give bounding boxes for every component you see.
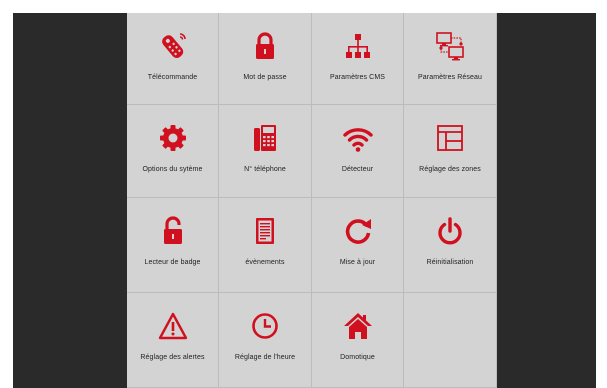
menu-label: Mot de passe (243, 74, 287, 81)
remote-control-icon (158, 31, 188, 61)
menu-tile-mise-a-jour[interactable]: Mise à jour (312, 198, 404, 293)
menu-tile-parametres-cms[interactable]: Paramètres CMS (312, 13, 404, 105)
power-icon (435, 216, 465, 246)
padlock-icon (250, 31, 280, 61)
menu-tile-detecteur[interactable]: Détecteur (312, 105, 404, 198)
menu-tile-reglage-zones[interactable]: Réglage des zones (404, 105, 497, 198)
zones-icon (435, 123, 465, 153)
refresh-icon (343, 216, 373, 246)
menu-label: Domotique (340, 354, 375, 361)
menu-label: N° téléphone (244, 166, 286, 173)
menu-tile-telecommande[interactable]: Télécommande (127, 13, 219, 105)
menu-label: Réglage des alertes (140, 354, 205, 361)
menu-label: évènements (245, 259, 285, 266)
menu-label: Paramètres Réseau (418, 74, 482, 81)
menu-tile-reinitialisation[interactable]: Réinitialisation (404, 198, 497, 293)
unlocked-padlock-icon (158, 216, 188, 246)
menu-label: Réglage de l'heure (234, 354, 296, 361)
menu-tile-lecteur-badge[interactable]: Lecteur de badge (127, 198, 219, 293)
document-icon (250, 216, 280, 246)
menu-tile-telephone[interactable]: N° téléphone (219, 105, 312, 198)
menu-tile-mot-de-passe[interactable]: Mot de passe (219, 13, 312, 105)
gear-icon (158, 123, 188, 153)
menu-label: Options du sytème (142, 166, 203, 173)
menu-label: Télécommande (147, 74, 198, 81)
network-icon (435, 31, 465, 61)
menu-label: Mise à jour (339, 259, 376, 266)
menu-label: Paramètres CMS (329, 74, 386, 81)
settings-menu-grid: Télécommande Mot de passe Paramètres CMS… (127, 13, 497, 388)
menu-tile-domotique[interactable]: Domotique (312, 293, 404, 388)
menu-label: Lecteur de badge (144, 259, 201, 266)
menu-tile-reglage-alertes[interactable]: Réglage des alertes (127, 293, 219, 388)
menu-label: Détecteur (341, 166, 374, 173)
wifi-icon (342, 123, 373, 153)
home-icon (343, 311, 373, 341)
empty-tile (404, 293, 497, 388)
menu-label: Réinitialisation (426, 259, 474, 266)
menu-tile-evenements[interactable]: évènements (219, 198, 312, 293)
desk-phone-icon (250, 123, 280, 153)
menu-label: Réglage des zones (419, 166, 481, 173)
menu-tile-parametres-reseau[interactable]: Paramètres Réseau (404, 13, 497, 105)
clock-icon (250, 311, 280, 341)
warning-icon (158, 311, 188, 341)
hierarchy-icon (343, 31, 373, 61)
menu-tile-reglage-heure[interactable]: Réglage de l'heure (219, 293, 312, 388)
menu-tile-options-systeme[interactable]: Options du sytème (127, 105, 219, 198)
